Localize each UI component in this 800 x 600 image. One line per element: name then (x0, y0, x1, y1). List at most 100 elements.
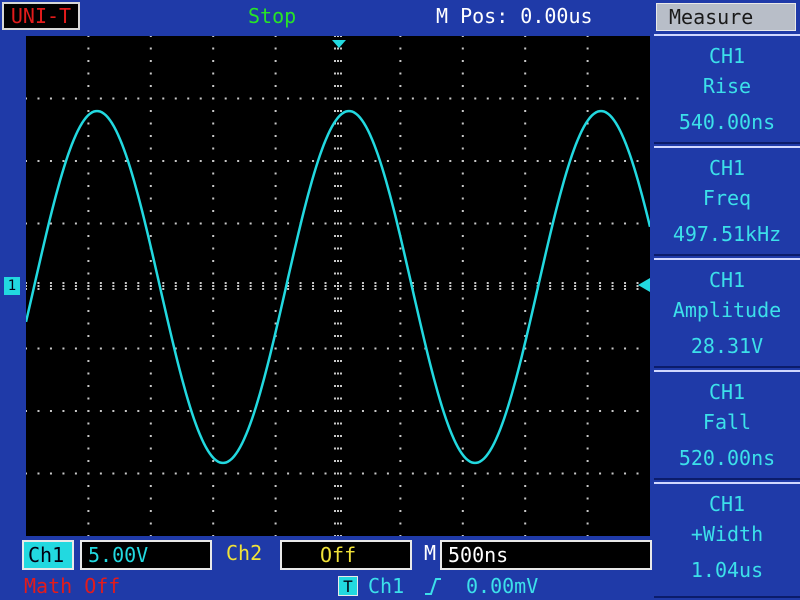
graticule-dot (461, 510, 464, 512)
graticule-dot (49, 97, 52, 100)
measure-slot-4[interactable]: CH1 Fall 520.00ns (654, 370, 800, 480)
graticule-dot (262, 410, 265, 412)
graticule-dot (474, 282, 477, 284)
graticule-dot (112, 282, 115, 284)
ch2-label[interactable]: Ch2 (224, 540, 276, 570)
graticule-dot (199, 288, 202, 290)
graticule-dot (149, 282, 152, 284)
graticule-dot (524, 310, 527, 312)
graticule-dot (299, 160, 302, 162)
graticule-dot (137, 288, 140, 290)
graticule-dot (237, 472, 240, 475)
measure-slot-2[interactable]: CH1 Freq 497.51kHz (654, 146, 800, 256)
graticule-dot (586, 282, 589, 284)
graticule-dot (37, 410, 40, 412)
graticule-dot (334, 147, 336, 150)
measure-slot-3[interactable]: CH1 Amplitude 28.31V (654, 258, 800, 368)
graticule-dot (399, 435, 402, 437)
ch1-volts-per-div[interactable]: 5.00V (80, 540, 212, 570)
trigger-source[interactable]: Ch1 (368, 574, 404, 598)
graticule-dot (524, 185, 527, 187)
graticule-dot (149, 510, 152, 512)
graticule-dot (62, 472, 65, 475)
measure-slot-5[interactable]: CH1 +Width 1.04us (654, 482, 800, 598)
measure-name: Freq (702, 186, 752, 210)
graticule-dot (524, 210, 527, 212)
graticule-dot (586, 36, 589, 37)
graticule-dot (87, 472, 90, 475)
graticule-dot (611, 472, 614, 475)
graticule-dot (87, 285, 90, 287)
ch2-state[interactable]: Off (280, 540, 412, 570)
measure-name: +Width (690, 522, 764, 546)
graticule-dot (149, 410, 152, 412)
graticule-dot (340, 385, 342, 387)
graticule-dot (586, 485, 589, 487)
trigger-level[interactable]: 0.00mV (466, 574, 538, 598)
graticule-dot (334, 272, 336, 275)
graticule-dot (337, 97, 339, 100)
graticule-dot (237, 282, 240, 284)
graticule-dot (349, 222, 352, 225)
graticule-dot (287, 160, 290, 162)
graticule-dot (349, 472, 352, 475)
graticule-dot (340, 335, 342, 337)
graticule-dot (611, 285, 614, 287)
graticule-dot (87, 72, 90, 75)
trigger-position-marker-icon[interactable] (332, 40, 346, 48)
timebase-value[interactable]: 500ns (440, 540, 652, 570)
graticule-dot (340, 285, 342, 287)
graticule-dot (287, 410, 290, 412)
graticule-dot (461, 285, 464, 287)
measure-slot-1[interactable]: CH1 Rise 540.00ns (654, 34, 800, 144)
graticule-dot (474, 160, 477, 162)
graticule-dot (436, 347, 439, 350)
graticule-dot (49, 410, 52, 412)
graticule-dot (599, 288, 602, 290)
graticule-dot (274, 172, 277, 175)
measure-menu-title[interactable]: Measure (656, 3, 796, 31)
graticule-dot (212, 122, 215, 125)
graticule-dot (524, 497, 527, 500)
graticule-dot (312, 222, 315, 225)
graticule-dot (411, 222, 414, 225)
graticule-dot (299, 472, 302, 475)
graticule-dot (549, 160, 552, 162)
graticule-dot (337, 410, 339, 412)
graticule-dot (461, 360, 464, 362)
graticule-dot (340, 247, 342, 250)
graticule-dot (212, 85, 215, 87)
graticule-dot (436, 160, 439, 162)
measure-channel: CH1 (708, 268, 746, 292)
graticule-dot (337, 360, 339, 362)
graticule-dot (524, 260, 527, 262)
graticule-dot (524, 485, 527, 487)
graticule-dot (112, 472, 115, 475)
graticule-dot (112, 288, 115, 290)
graticule-dot (87, 510, 90, 512)
graticule-dot (99, 160, 102, 162)
graticule-dot (586, 447, 589, 450)
graticule-dot (340, 310, 342, 312)
graticule-dot (436, 472, 439, 475)
graticule-dot (399, 110, 402, 112)
graticule-dot (524, 72, 527, 75)
graticule-dot (399, 497, 402, 500)
trigger-level-marker-icon[interactable] (638, 278, 650, 292)
graticule-dot (599, 347, 602, 350)
graticule-dot (561, 97, 564, 100)
graticule-dot (424, 160, 427, 162)
graticule-dot (334, 510, 336, 512)
graticule-dot (461, 260, 464, 262)
graticule-dot (212, 197, 215, 200)
graticule-dot (337, 135, 339, 137)
run-state-label[interactable]: Stop (248, 4, 296, 28)
graticule-dot (411, 410, 414, 412)
ch1-label[interactable]: Ch1 (22, 540, 74, 570)
graticule-dot (237, 285, 240, 287)
graticule-dot (337, 310, 339, 312)
ch1-offset-marker[interactable]: 1 (4, 277, 20, 295)
graticule-dot (137, 160, 140, 162)
graticule-dot (87, 85, 90, 87)
graticule-dot (199, 285, 202, 287)
